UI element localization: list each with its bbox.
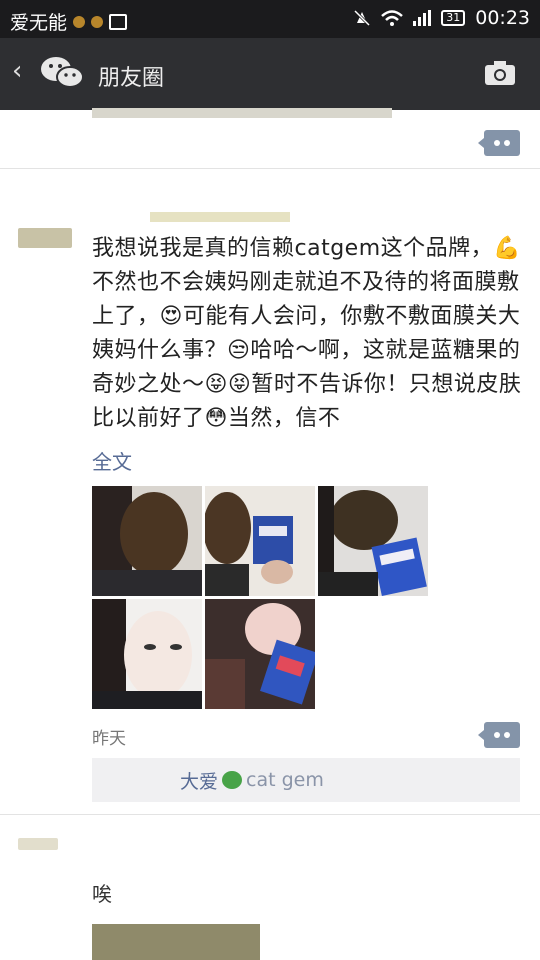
likes-text-before[interactable]: 大爱 (180, 767, 218, 794)
photo-1[interactable] (92, 486, 202, 596)
clock: 00:23 (475, 7, 530, 29)
mute-icon (354, 9, 371, 27)
comment-button[interactable] (478, 722, 520, 748)
post-time: 昨天 (92, 729, 126, 749)
title-bar: ‹ 朋友圈 (0, 38, 540, 110)
photo-3[interactable] (318, 486, 428, 596)
monkey-icon (73, 15, 86, 28)
full-text-link[interactable]: 全文 (92, 446, 132, 475)
post-text: 我想说我是真的信赖catgem这个品牌，💪不然也不会姨妈刚走就迫不及待的将面膜敷… (92, 236, 522, 431)
status-bar: 爱无能 31 00:23 (0, 0, 540, 38)
camera-icon[interactable] (484, 60, 516, 86)
carrier-label: 爱无能 (10, 12, 68, 34)
comment-button-prev[interactable] (478, 130, 520, 156)
battery-icon: 31 (441, 10, 466, 26)
previous-post-remnant (92, 108, 392, 118)
avatar[interactable] (18, 228, 72, 248)
photo-5[interactable] (205, 599, 315, 709)
frog-emoji-icon (222, 771, 243, 789)
user-name[interactable] (150, 212, 290, 222)
next-post-text: 唉 (92, 882, 112, 906)
next-avatar[interactable] (18, 838, 58, 850)
post-divider (0, 168, 540, 169)
likes-bar: 大爱 cat gem (92, 758, 520, 802)
photo-2[interactable] (205, 486, 315, 596)
monkey-icon-2 (91, 15, 104, 28)
photo-4[interactable] (92, 599, 202, 709)
wechat-logo-icon (41, 57, 84, 88)
page-title: 朋友圈 (98, 66, 165, 91)
wifi-icon (381, 10, 404, 26)
back-icon[interactable]: ‹ (12, 56, 22, 86)
signal-icon (413, 10, 432, 26)
next-post-image[interactable] (92, 924, 260, 960)
post-divider-2 (0, 814, 540, 815)
likes-text-after[interactable]: cat gem (246, 769, 324, 791)
image-notification-icon (109, 13, 128, 30)
